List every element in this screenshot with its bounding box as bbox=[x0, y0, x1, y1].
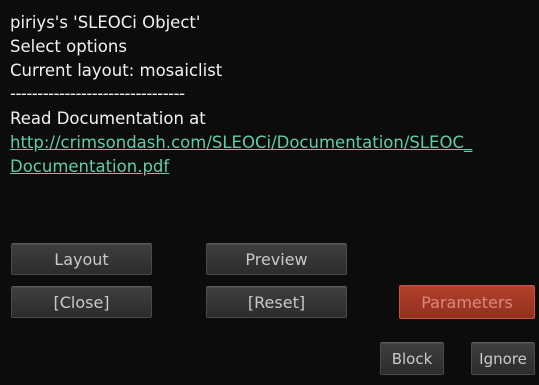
preview-button[interactable]: Preview bbox=[206, 243, 347, 275]
parameters-button[interactable]: Parameters bbox=[399, 285, 535, 319]
reset-button[interactable]: [Reset] bbox=[206, 286, 347, 318]
script-dialog: piriys's 'SLEOCi Object' Select options … bbox=[0, 0, 539, 385]
block-button[interactable]: Block bbox=[380, 342, 444, 375]
documentation-label: Read Documentation at bbox=[10, 109, 206, 128]
close-button[interactable]: [Close] bbox=[11, 286, 152, 318]
dialog-title-line: piriys's 'SLEOCi Object' bbox=[10, 13, 201, 32]
layout-button[interactable]: Layout bbox=[11, 243, 152, 275]
dialog-subtitle-line: Select options bbox=[10, 37, 127, 56]
ignore-button[interactable]: Ignore bbox=[471, 342, 535, 375]
documentation-link-line-2[interactable]: Documentation.pdf bbox=[10, 156, 169, 177]
separator-line: -------------------------------- bbox=[10, 84, 185, 103]
documentation-link-line-1[interactable]: http://crimsondash.com/SLEOCi/Documentat… bbox=[10, 132, 472, 153]
current-layout-line: Current layout: mosaiclist bbox=[10, 61, 223, 80]
